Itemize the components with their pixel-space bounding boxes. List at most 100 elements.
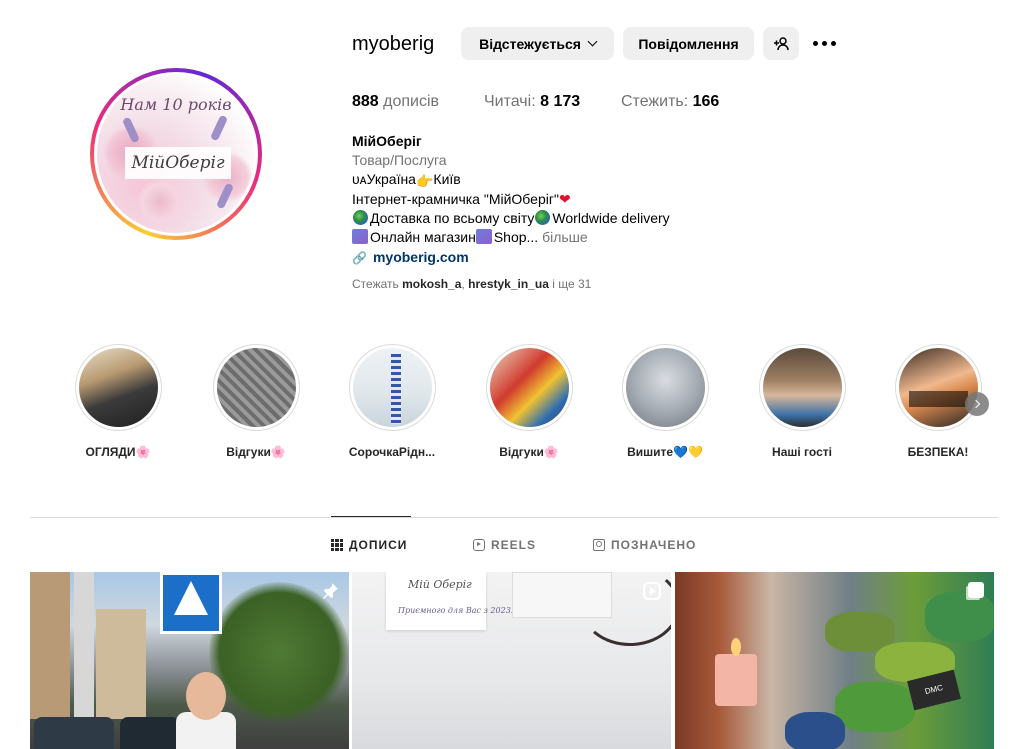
followed-by-prefix: Стежать bbox=[352, 277, 399, 291]
highlight-cover bbox=[212, 344, 300, 431]
carousel-icon bbox=[968, 582, 984, 598]
heart-icon: ❤ bbox=[558, 191, 571, 208]
highlight-item[interactable]: Наші гості bbox=[757, 344, 847, 459]
followers-label: Читачі: bbox=[484, 93, 536, 110]
highlight-image bbox=[898, 348, 978, 427]
highlight-image bbox=[625, 348, 705, 427]
highlight-overlay bbox=[908, 391, 968, 407]
post-thread bbox=[785, 712, 845, 749]
post-tree bbox=[209, 582, 349, 722]
followers-link[interactable]: Читачі: 8 173 bbox=[484, 92, 580, 112]
highlight-cover bbox=[485, 344, 573, 431]
post-building bbox=[74, 572, 94, 719]
profile-avatar[interactable]: Нам 10 років МійОберіг bbox=[90, 68, 262, 240]
post-thumbnail[interactable] bbox=[30, 572, 349, 749]
bio-delivery-ua: Доставка по всьому світу bbox=[370, 210, 535, 227]
highlight-label: Вишите💙💛 bbox=[627, 445, 703, 459]
profile-category: Товар/Послуга bbox=[352, 151, 447, 168]
highlight-cover bbox=[758, 344, 846, 431]
highlight-cover bbox=[348, 344, 436, 431]
highlight-label: Відгуки🌸 bbox=[226, 445, 286, 459]
tab-reels-label: REELS bbox=[491, 538, 537, 552]
highlight-image bbox=[762, 348, 842, 427]
highlight-label: СорочкаРідн... bbox=[348, 445, 436, 459]
highlight-cover bbox=[621, 344, 709, 431]
bio-line-location: ᴜᴀУкраїна👉Київ bbox=[352, 170, 670, 191]
post-person-face bbox=[186, 672, 226, 720]
post-card: Мій Оберіг Приємного для Вас з 2023! bbox=[386, 572, 514, 630]
tab-tagged[interactable]: ПОЗНАЧЕНО bbox=[593, 537, 696, 553]
post-card-brand: Мій Оберіг bbox=[408, 578, 472, 591]
pointing-hand-icon: 👉 bbox=[415, 172, 434, 189]
following-link[interactable]: Стежить: 166 bbox=[621, 92, 719, 112]
more-icon bbox=[821, 40, 827, 46]
pedestrian-sign bbox=[160, 572, 222, 634]
tab-posts[interactable]: ДОПИСИ bbox=[331, 537, 407, 553]
bio-location-country: ᴜᴀУкраїна bbox=[352, 170, 416, 187]
bio-more-link[interactable]: більше bbox=[542, 229, 588, 245]
add-user-icon bbox=[774, 36, 789, 50]
bio-delivery-en: Worldwide delivery bbox=[552, 210, 670, 227]
link-icon: 🔗 bbox=[352, 250, 367, 265]
reel-icon bbox=[643, 582, 661, 600]
profile-username: myoberig bbox=[352, 33, 435, 55]
chevron-down-icon bbox=[587, 36, 598, 47]
globe-icon bbox=[353, 210, 368, 226]
profile-full-name: МійОберіг bbox=[352, 133, 422, 149]
shopping-bag-icon bbox=[352, 228, 368, 244]
post-candle-flame bbox=[731, 638, 741, 656]
highlight-item[interactable]: Вишите💙💛 bbox=[620, 344, 710, 459]
post-car bbox=[34, 717, 114, 749]
followed-by[interactable]: Стежать mokosh_a, hrestyk_in_ua і ще 31 bbox=[352, 277, 591, 291]
post-thumbnail[interactable]: Мій Оберіг Приємного для Вас з 2023! bbox=[352, 572, 671, 749]
tab-reels[interactable]: REELS bbox=[473, 537, 536, 553]
followed-by-user: hrestyk_in_ua bbox=[468, 277, 549, 291]
highlight-label: Відгуки🌸 bbox=[499, 445, 559, 459]
website-link[interactable]: myoberig.com bbox=[373, 249, 469, 265]
highlight-label: БЕЗПЕКА! bbox=[907, 445, 969, 459]
tab-posts-label: ДОПИСИ bbox=[349, 538, 408, 552]
avatar-lavender bbox=[209, 114, 229, 142]
bio-shop-name: Інтернет-крамничка "МійОберіг" bbox=[352, 191, 559, 208]
following-label: Стежить: bbox=[621, 93, 689, 110]
more-icon bbox=[812, 40, 818, 46]
highlight-image bbox=[78, 348, 158, 427]
highlight-item[interactable]: Відгуки🌸 bbox=[484, 344, 574, 459]
tagged-icon bbox=[593, 539, 605, 551]
following-button[interactable]: Відстежується bbox=[461, 27, 614, 60]
tabs-divider bbox=[30, 517, 998, 518]
avatar-title-text: Нам 10 років bbox=[120, 95, 232, 114]
highlight-image bbox=[489, 348, 569, 427]
bio-store-ua: Онлайн магазин bbox=[370, 228, 476, 245]
message-button[interactable]: Повідомлення bbox=[623, 27, 754, 60]
bio-location-city: Київ bbox=[433, 170, 461, 187]
post-car bbox=[120, 717, 180, 749]
highlight-image bbox=[216, 348, 296, 427]
more-options-button[interactable] bbox=[810, 33, 838, 53]
post-candle bbox=[715, 654, 757, 706]
followed-by-separator: , bbox=[461, 277, 465, 291]
avatar-frame: Нам 10 років МійОберіг bbox=[94, 72, 258, 236]
post-building bbox=[96, 609, 146, 719]
highlight-cover bbox=[894, 344, 982, 431]
highlight-item[interactable]: Відгуки🌸 bbox=[211, 344, 301, 459]
highlight-item[interactable]: ОГЛЯДИ🌸 bbox=[73, 344, 163, 459]
shopping-bag-icon bbox=[475, 228, 492, 244]
highlight-label: ОГЛЯДИ🌸 bbox=[85, 445, 151, 459]
chevron-right-icon bbox=[971, 399, 981, 409]
followed-by-user: mokosh_a bbox=[402, 277, 462, 291]
highlight-label: Наші гості bbox=[772, 445, 832, 459]
highlight-item[interactable]: СорочкаРідн... bbox=[347, 344, 437, 459]
highlights-next-button[interactable] bbox=[965, 392, 989, 416]
profile-bio: МійОберіг Товар/Послуга ᴜᴀУкраїна👉Київ І… bbox=[352, 132, 670, 268]
reels-icon bbox=[473, 539, 485, 551]
bio-line-shop: Інтернет-крамничка "МійОберіг"❤ bbox=[352, 190, 670, 209]
post-thumbnail[interactable]: DMC bbox=[675, 572, 994, 749]
suggested-users-button[interactable] bbox=[763, 27, 799, 60]
more-icon bbox=[830, 40, 836, 46]
message-button-label: Повідомлення bbox=[638, 35, 739, 52]
tab-tagged-label: ПОЗНАЧЕНО bbox=[611, 538, 697, 552]
active-tab-indicator bbox=[331, 516, 411, 517]
avatar-image: Нам 10 років МійОберіг bbox=[97, 75, 255, 233]
avatar-flower bbox=[137, 179, 183, 225]
